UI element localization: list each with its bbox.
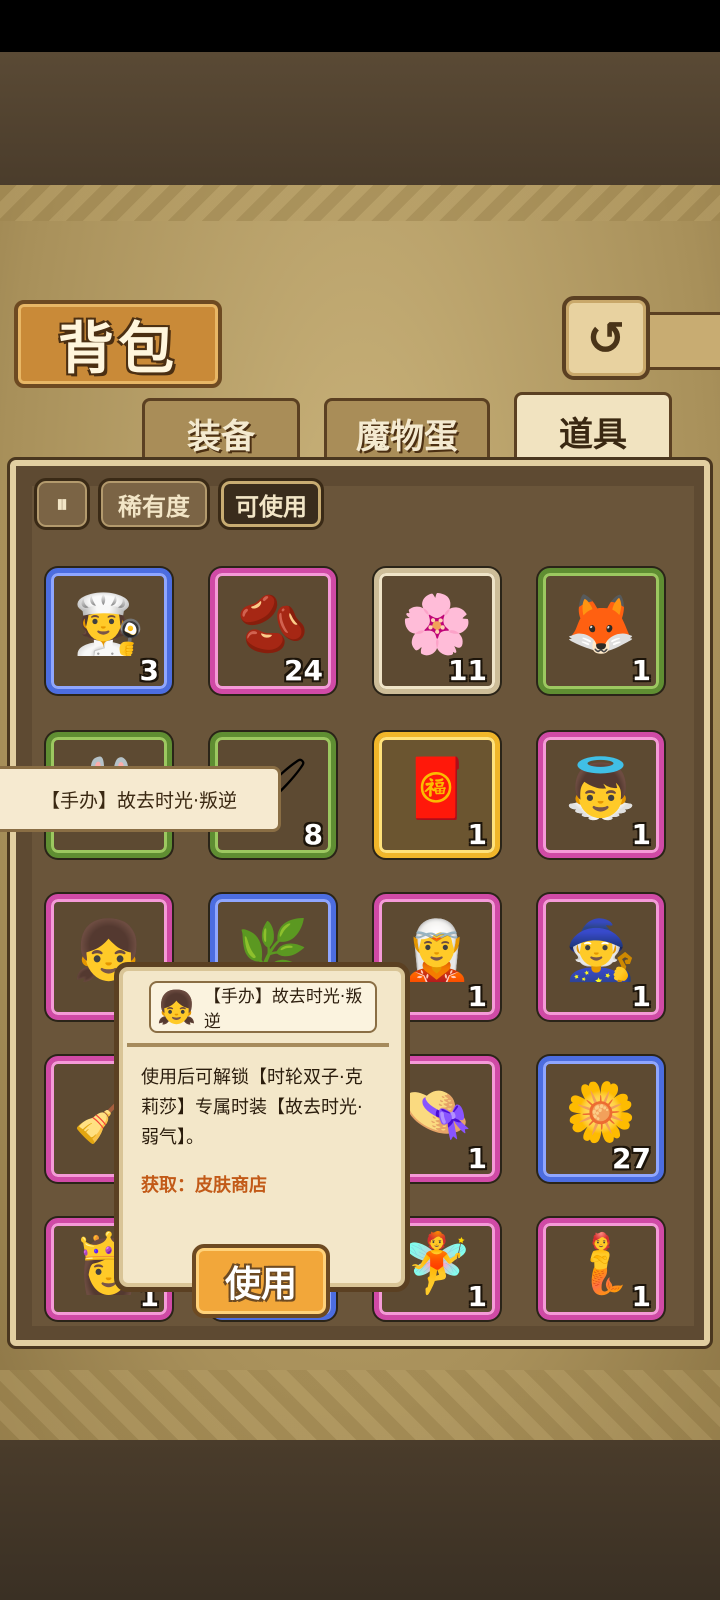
- tab-monster-eggs[interactable]: 魔物蛋: [324, 398, 490, 465]
- popup-header: 👧 【手办】故去时光·叛逆: [149, 981, 377, 1033]
- background-top: [0, 52, 720, 190]
- item-count: 11: [448, 654, 487, 687]
- item-count: 1: [467, 818, 487, 851]
- tab-equipment[interactable]: 装备: [142, 398, 300, 465]
- popup-divider: [127, 1043, 389, 1047]
- item-count: 1: [467, 1280, 487, 1313]
- item-slot-pink-petal[interactable]: 🌸 11: [374, 568, 500, 694]
- item-count: 1: [467, 1142, 487, 1175]
- item-slot-white-hair-figurine[interactable]: 🧙 1: [538, 894, 664, 1020]
- use-button-label: 使用: [224, 1263, 297, 1305]
- back-button[interactable]: ↺: [562, 296, 650, 380]
- item-count: 3: [139, 654, 159, 687]
- white-hair-figurine-icon: 🧙: [564, 916, 638, 985]
- item-count: 1: [631, 1280, 651, 1313]
- tab-items[interactable]: 道具: [514, 392, 672, 467]
- rainbow-fairy-figurine-icon: 🧚: [400, 1229, 474, 1298]
- item-count: 1: [467, 980, 487, 1013]
- popup-source: 获取：皮肤商店: [141, 1175, 267, 1196]
- pink-petal-icon: 🌸: [400, 590, 474, 659]
- chef-figurine-icon: 🧑‍🍳: [72, 590, 146, 659]
- background-bottom: [0, 1440, 720, 1600]
- seed-pod-icon: 🫘: [236, 590, 310, 659]
- sort-toggle-button[interactable]: ⏸: [34, 478, 90, 530]
- item-count: 1: [631, 818, 651, 851]
- tab-label: 魔物蛋: [356, 416, 458, 457]
- map-torn-edge-bottom: [0, 1370, 720, 1440]
- angel-figurine-icon: 👼: [564, 754, 638, 823]
- item-slot-red-envelope[interactable]: 🧧 1: [374, 732, 500, 858]
- item-slot-seed-pod[interactable]: 🫘 24: [210, 568, 336, 694]
- item-count: 8: [303, 818, 323, 851]
- item-count: 1: [631, 980, 651, 1013]
- teal-hair-figurine-icon: 🧜: [564, 1229, 638, 1298]
- tab-label: 装备: [187, 416, 255, 457]
- rarity-filter-label: 稀有度: [118, 492, 190, 521]
- popup-description: 使用后可解锁【时轮双子·克莉莎】专属时装【故去时光·弱气】。: [141, 1067, 363, 1148]
- red-envelope-icon: 🧧: [400, 754, 474, 823]
- tab-label: 道具: [559, 414, 627, 455]
- rarity-filter-button[interactable]: 稀有度: [98, 478, 210, 530]
- item-count: 24: [284, 654, 323, 687]
- sunhat-figurine-icon: 👒: [400, 1078, 474, 1147]
- elf-figurine-icon: 🧝: [400, 916, 474, 985]
- back-button-strip: [642, 312, 720, 370]
- twin-girl-figurine-icon: 👧: [156, 988, 197, 1026]
- popup-title: 【手办】故去时光·叛逆: [203, 987, 363, 1032]
- map-torn-edge-top: [0, 185, 720, 221]
- item-name-tooltip-text: 【手办】故去时光·叛逆: [40, 789, 238, 812]
- usable-filter-button[interactable]: 可使用: [218, 478, 324, 530]
- item-slot-fox-girl-figurine[interactable]: 🦊 1: [538, 568, 664, 694]
- item-slot-teal-hair-figurine[interactable]: 🧜 1: [538, 1218, 664, 1320]
- page-title: 背包: [58, 315, 178, 382]
- item-slot-angel-figurine[interactable]: 👼 1: [538, 732, 664, 858]
- use-button[interactable]: 使用: [192, 1244, 330, 1318]
- item-count: 1: [631, 654, 651, 687]
- item-name-tooltip: 【手办】故去时光·叛逆: [0, 766, 281, 832]
- sort-toggle-icon: ⏸: [56, 490, 68, 518]
- item-slot-yellow-flower-branch[interactable]: 🌼 27: [538, 1056, 664, 1182]
- item-slot-chef-figurine[interactable]: 🧑‍🍳 3: [46, 568, 172, 694]
- usable-filter-label: 可使用: [235, 492, 307, 521]
- fox-girl-figurine-icon: 🦊: [564, 590, 638, 659]
- item-detail-popup: 👧 【手办】故去时光·叛逆 使用后可解锁【时轮双子·克莉莎】专属时装【故去时光·…: [114, 962, 410, 1292]
- item-count: 27: [612, 1142, 651, 1175]
- page-title-plate: 背包: [14, 300, 222, 388]
- yellow-flower-branch-icon: 🌼: [564, 1078, 638, 1147]
- return-arrow-icon: ↺: [586, 311, 626, 365]
- status-bar: [0, 0, 720, 52]
